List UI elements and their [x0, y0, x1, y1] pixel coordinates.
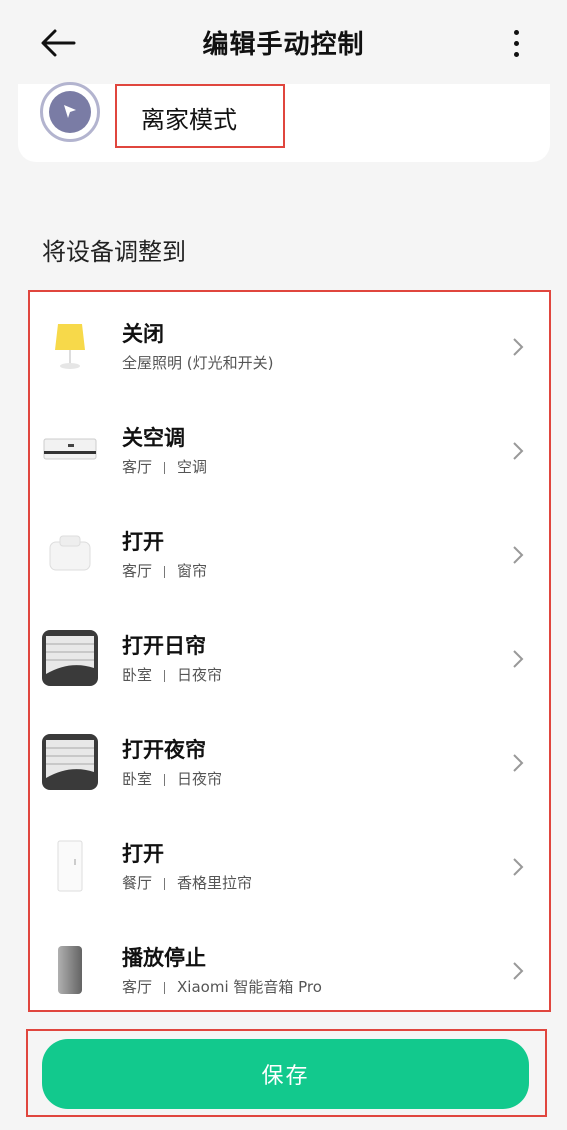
item-subtitle: 全屋照明 (灯光和开关)	[122, 354, 274, 372]
air-conditioner-icon	[42, 422, 98, 478]
list-item[interactable]: 关空调 客厅 空调	[30, 396, 549, 500]
curtain-motor-icon	[42, 526, 98, 582]
item-subtitle: 卧室 日夜帘	[122, 770, 223, 788]
item-title: 打开日帘	[122, 634, 206, 658]
more-vertical-icon	[513, 29, 519, 35]
list-item[interactable]: 打开 客厅 窗帘	[30, 500, 549, 604]
save-area: 保存	[26, 1029, 547, 1117]
page-title: 编辑手动控制	[202, 30, 365, 60]
blind-controller-icon	[42, 838, 98, 894]
honeycomb-blind-icon	[42, 630, 98, 686]
scene-icon-button[interactable]	[40, 82, 100, 142]
save-button[interactable]: 保存	[42, 1039, 529, 1109]
item-subtitle: 卧室 日夜帘	[122, 666, 223, 684]
chevron-right-icon	[513, 650, 524, 668]
item-title: 打开	[122, 530, 164, 554]
list-item[interactable]: 关闭 全屋照明 (灯光和开关)	[30, 292, 549, 396]
chevron-right-icon	[513, 338, 524, 356]
chevron-right-icon	[513, 442, 524, 460]
item-title: 打开夜帘	[122, 738, 206, 762]
chevron-right-icon	[513, 858, 524, 876]
cursor-arrow-icon	[64, 105, 76, 118]
list-item[interactable]: 打开夜帘 卧室 日夜帘	[30, 708, 549, 812]
scene-name: 离家模式	[141, 106, 237, 134]
item-title: 打开	[122, 842, 164, 866]
item-title: 关空调	[122, 426, 185, 450]
scene-card: 离家模式	[18, 82, 550, 162]
item-subtitle: 客厅 空调	[122, 458, 208, 476]
list-item[interactable]: 打开 餐厅 香格里拉帘	[30, 812, 549, 916]
scene-name-field[interactable]: 离家模式	[115, 84, 285, 148]
device-action-list: 关闭 全屋照明 (灯光和开关) 关空调 客厅 空调 打开 客厅 窗帘 打开日帘 …	[28, 290, 551, 1012]
item-subtitle: 餐厅 香格里拉帘	[122, 874, 253, 892]
list-item[interactable]: 打开日帘 卧室 日夜帘	[30, 604, 549, 708]
item-subtitle: 客厅 Xiaomi 智能音箱 Pro	[122, 978, 322, 996]
chevron-right-icon	[513, 962, 524, 980]
honeycomb-blind-icon	[42, 734, 98, 790]
more-options-button[interactable]	[500, 26, 532, 60]
smart-speaker-icon	[42, 942, 98, 998]
list-item[interactable]: 播放停止 客厅 Xiaomi 智能音箱 Pro	[30, 916, 549, 1020]
section-title: 将设备调整到	[42, 238, 186, 266]
item-title: 播放停止	[122, 946, 206, 970]
chevron-right-icon	[513, 546, 524, 564]
lamp-icon	[42, 318, 98, 374]
item-subtitle: 客厅 窗帘	[122, 562, 208, 580]
chevron-right-icon	[513, 754, 524, 772]
item-title: 关闭	[122, 322, 164, 346]
header-bar: 编辑手动控制	[0, 0, 567, 86]
